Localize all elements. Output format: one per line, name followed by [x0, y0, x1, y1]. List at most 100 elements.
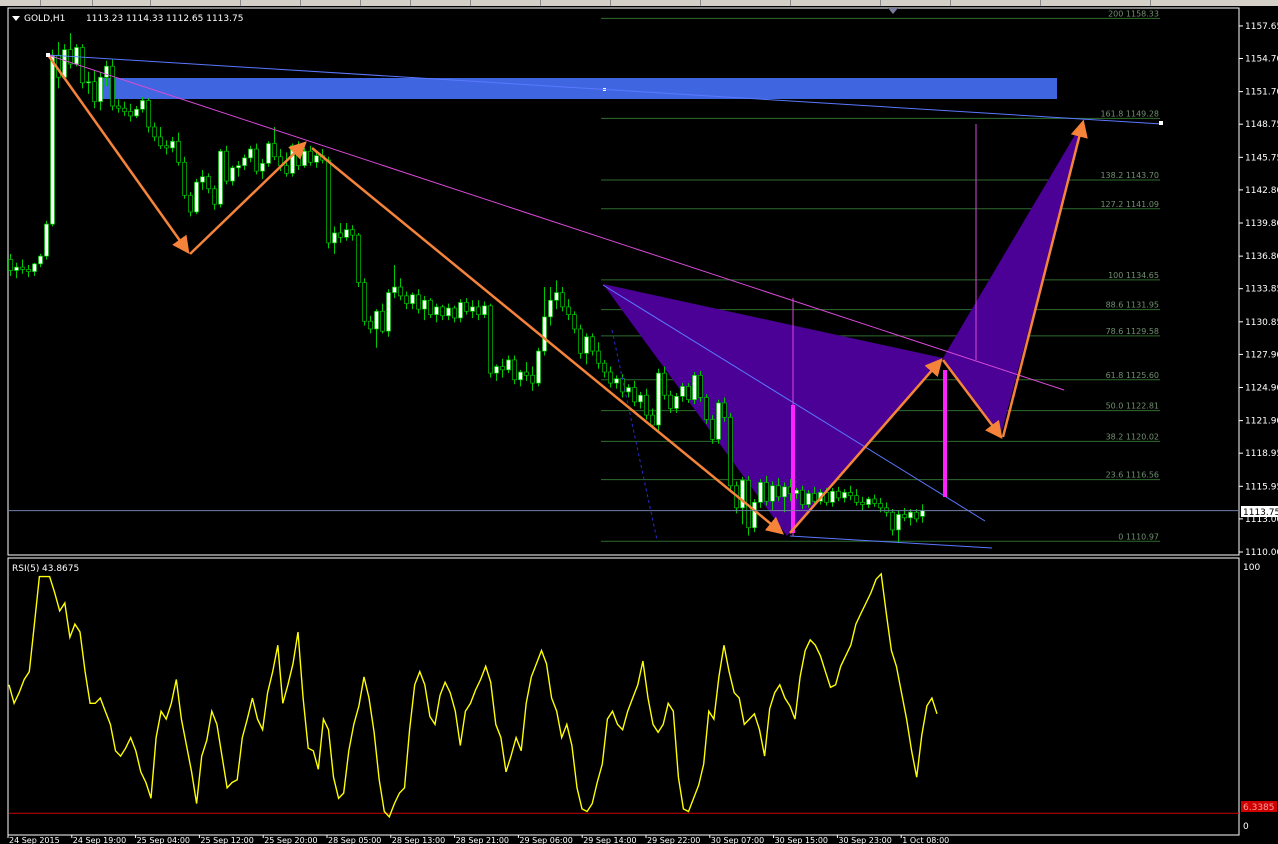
price-tick-label: 1121.90: [1245, 417, 1278, 427]
candle-body: [302, 150, 307, 166]
candle-body: [224, 150, 229, 182]
rsi-value: 43.8675: [42, 564, 79, 574]
candle-body: [530, 375, 535, 384]
dotted-projection-line[interactable]: [611, 329, 658, 541]
candle-body: [74, 47, 79, 65]
candle-body: [698, 375, 703, 398]
time-tick-label: 30 Sep 07:00: [711, 836, 764, 844]
candle-body: [704, 397, 709, 420]
candle-body: [476, 306, 481, 315]
candle-body: [536, 350, 541, 384]
candle-body: [110, 65, 115, 107]
resistance-zone[interactable]: [102, 78, 1057, 99]
symbol-dropdown-icon[interactable]: [12, 16, 20, 21]
candle-body: [200, 176, 205, 183]
candle-body: [902, 514, 907, 519]
candle-body: [386, 292, 391, 332]
candle-body: [512, 359, 517, 381]
candle-body: [770, 485, 775, 502]
candle-body: [578, 328, 583, 354]
candle-body: [98, 76, 103, 102]
candle-body: [548, 299, 553, 318]
candle-body: [254, 148, 259, 172]
candle-body: [794, 489, 799, 494]
candle-body: [584, 336, 589, 354]
candle-body: [686, 386, 691, 400]
candle-body: [128, 111, 133, 117]
symbol-label[interactable]: GOLD,H1: [24, 14, 65, 24]
candle-body: [242, 157, 247, 166]
fib-level-label: 0 1110.97: [1118, 532, 1159, 541]
candle-body: [668, 394, 673, 409]
candle-body: [812, 493, 817, 502]
candle-body: [590, 336, 595, 352]
candle-body: [680, 386, 685, 397]
candle-body: [626, 387, 631, 393]
candle-body: [848, 492, 853, 497]
candle-body: [506, 359, 511, 371]
trendline-handle[interactable]: [1159, 121, 1163, 125]
candle-body: [170, 140, 175, 149]
rsi-line: [8, 572, 938, 819]
candle-body: [872, 498, 877, 504]
time-tick-label: 1 Oct 08:00: [902, 836, 949, 844]
support-line-blue[interactable]: [789, 535, 993, 549]
candle-body: [878, 503, 883, 509]
trendline-magenta[interactable]: [47, 54, 1065, 391]
candle-body: [440, 306, 445, 317]
candle-body: [722, 402, 727, 418]
candle-body: [716, 402, 721, 440]
candle-body: [638, 394, 643, 403]
candle-body: [248, 148, 253, 159]
candle-body: [356, 234, 361, 283]
fib-level-label: 200 1158.33: [1108, 9, 1159, 18]
harmonic-pattern-overlay[interactable]: [102, 78, 1085, 536]
fib-level-label: 138.2 1143.70: [1100, 171, 1159, 180]
candle-body: [44, 223, 49, 257]
rsi-pane-frame: [7, 557, 1240, 836]
candle-body: [650, 414, 655, 426]
candle-body: [314, 155, 319, 163]
candle-body: [434, 306, 439, 315]
candle-body: [632, 387, 637, 403]
price-tick-label: 1130.85: [1245, 318, 1278, 328]
time-tick-label: 30 Sep 15:00: [775, 836, 828, 844]
fib-level-label: 50.0 1122.81: [1106, 402, 1159, 411]
ohlc-readout: 1113.23 1114.33 1112.65 1113.75: [86, 14, 243, 24]
candle-body: [230, 167, 235, 182]
candle-body: [494, 366, 499, 374]
candle-body: [86, 81, 91, 84]
candle-body: [860, 501, 865, 505]
candle-body: [374, 310, 379, 330]
candle-body: [710, 419, 715, 440]
candle-body: [290, 145, 295, 174]
rsi-label: RSI(5): [12, 564, 39, 574]
fib-level-label: 61.8 1125.60: [1106, 371, 1159, 380]
rsi-scale-bottom: 0: [1243, 822, 1249, 832]
rsi-indicator: [8, 572, 1239, 819]
candle-body: [692, 375, 697, 400]
candle-body: [518, 371, 523, 381]
candle-body: [524, 371, 529, 376]
current-price-label: 1113.75: [1243, 508, 1278, 518]
time-tick-label: 29 Sep 14:00: [583, 836, 636, 844]
zigzag-leg-arrow[interactable]: [189, 141, 307, 255]
time-tick-label: 25 Sep 12:00: [200, 836, 253, 844]
price-tick-label: 1110.00: [1245, 548, 1278, 558]
candle-body: [782, 486, 787, 498]
candle-body: [500, 366, 505, 371]
time-tick-label: 28 Sep 05:00: [328, 836, 381, 844]
trendline-anchor-point[interactable]: [46, 53, 50, 57]
price-tick-label: 1154.70: [1245, 55, 1278, 65]
chart-canvas[interactable]: 0 1110.97 23.6 1116.56 38.2 1120.02 50.0 11…: [0, 0, 1278, 844]
price-tick-label: 1124.90: [1245, 384, 1278, 394]
candle-body: [758, 482, 763, 503]
candle-body: [764, 482, 769, 502]
price-tick-label: 1118.95: [1245, 449, 1278, 459]
fib-level-label: 161.8 1149.28: [1100, 109, 1159, 118]
chart-shift-marker-icon[interactable]: [888, 8, 898, 14]
price-tick-label: 1148.75: [1245, 120, 1278, 130]
price-axis: 1157.65 1154.70 1151.70 1148.75 1145.75 1142.…: [8, 22, 1278, 558]
candle-body: [350, 229, 355, 236]
candle-body: [398, 286, 403, 297]
